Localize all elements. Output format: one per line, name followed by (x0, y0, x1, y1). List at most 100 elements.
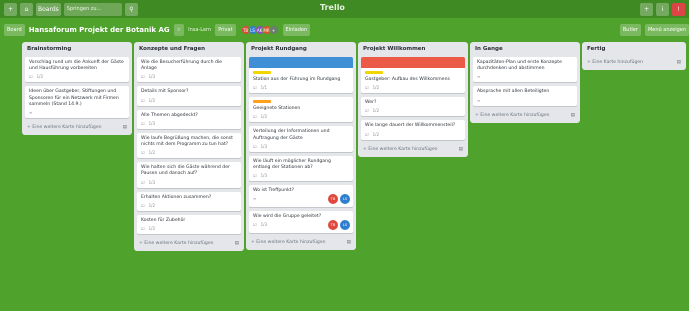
card-label-yellow[interactable] (253, 71, 271, 74)
add-card-label: + Eine weitere Karte hinzufügen (251, 240, 326, 246)
card[interactable]: Station aus der Führung im Rundgang ☑ 1/1 (249, 57, 353, 94)
template-icon[interactable]: ▤ (235, 241, 239, 246)
home-button[interactable]: + (4, 2, 17, 16)
template-icon[interactable]: ▤ (459, 147, 463, 152)
avatar[interactable]: TB (328, 194, 338, 205)
add-card-label: + Eine weitere Karte hinzufügen (139, 241, 214, 247)
checklist-count: 1/2 (148, 202, 156, 208)
card[interactable]: Details mit Sponsor? ☑ 1/2 (137, 86, 241, 106)
checklist-icon: ☑ (29, 74, 33, 80)
card[interactable]: Wer? ☑ 1/2 (361, 97, 465, 117)
card-meta: ≡ (477, 98, 573, 103)
visibility-button[interactable]: Privat (215, 24, 236, 36)
checklist-count: 1/3 (260, 143, 268, 149)
template-icon[interactable]: ▤ (571, 113, 575, 118)
checklist-count: 1/2 (36, 74, 44, 80)
list-konzepte: Konzepte und Fragen Wie die Besucherführ… (134, 42, 244, 252)
list-title[interactable]: Konzepte und Fragen (139, 46, 239, 53)
home-icon[interactable]: ⌂ (20, 2, 33, 16)
checklist-icon: ☑ (365, 108, 369, 114)
card[interactable]: Wie halten sich die Gäste während der Pa… (137, 162, 241, 188)
card[interactable]: Alle Themen abgedeckt? ☑ 1/3 (137, 109, 241, 129)
board-title[interactable]: Hansaforum Projekt der Botanik AG (29, 26, 170, 34)
add-card-button[interactable]: + Eine Karte hinzufügen ▤ (585, 57, 683, 67)
invite-button[interactable]: Einladen (282, 24, 311, 36)
search-icon[interactable]: ⚲ (124, 2, 138, 16)
team-label[interactable]: Insa-Lern (188, 27, 211, 33)
card[interactable]: Wie laufe Begrüßung machen, die sonst ni… (137, 132, 241, 159)
checklist-count: 1/3 (260, 173, 268, 179)
avatar[interactable]: LS (340, 194, 350, 205)
checklist-icon: ☑ (141, 226, 145, 232)
list-title[interactable]: Projekt Rundgang (251, 46, 351, 53)
butler-button[interactable]: Butler (619, 24, 641, 36)
add-card-button[interactable]: + Eine weitere Karte hinzufügen ▤ (361, 144, 465, 154)
trello-logo[interactable]: Trello (320, 3, 345, 12)
card[interactable]: Erhalten Aktionen zusammen? ☑ 1/2 (137, 191, 241, 211)
avatar[interactable]: TB (328, 220, 338, 231)
card[interactable]: Geeignete Stationen ☑ 1/2 (249, 97, 353, 123)
add-button[interactable]: + (640, 3, 653, 16)
card-text: Erhalten Aktionen zusammen? (141, 194, 212, 200)
checklist-icon: ☑ (253, 85, 257, 91)
card-text: Station aus der Führung im Rundgang (253, 77, 341, 82)
template-icon[interactable]: ▤ (347, 240, 351, 245)
card-meta: ☑ 1/2 (365, 108, 461, 113)
show-menu-button[interactable]: Menü anzeigen (644, 24, 689, 36)
list-in-gange: In Gange Kapazitäten-Plan und erste Konz… (470, 42, 580, 123)
checklist-count: 1/2 (372, 108, 380, 114)
card-meta: ☑ 1/2 (141, 203, 237, 208)
checklist-icon: ☑ (141, 74, 145, 80)
card-meta: ☑ 1/2 (29, 74, 125, 79)
card-text: Wer? (365, 100, 377, 106)
card[interactable]: Wie lange dauert der Willkommensteil? ☑ 1… (361, 120, 465, 140)
card-label-yellow[interactable] (365, 71, 383, 74)
card[interactable]: Absprache mit allen Beteiligten ≡ (473, 86, 577, 106)
add-card-button[interactable]: + Eine weitere Karte hinzufügen ▤ (249, 237, 353, 247)
top-bar: + ⌂ Boards Springen zu... ⚲ Trello + i ! (0, 0, 689, 18)
card-meta: ☑ 1/3 (141, 121, 237, 126)
add-card-button[interactable]: + Eine weitere Karte hinzufügen ▤ (473, 110, 577, 120)
card-text: Kosten für Zubehör (141, 217, 186, 223)
card-meta: ☑ 1/3 (141, 180, 237, 185)
card-text: Absprache mit allen Beteiligten (477, 89, 550, 95)
template-icon[interactable]: ▤ (677, 60, 681, 65)
notification-button[interactable]: ! (672, 3, 685, 16)
card[interactable]: Wo ist Treffpunkt? ≡ TB LS (249, 185, 353, 208)
card-members: TB LS (328, 220, 350, 231)
search-input[interactable]: Springen zu... (63, 2, 122, 16)
list-title[interactable]: Brainstorming (27, 46, 127, 53)
add-card-button[interactable]: + Eine weitere Karte hinzufügen ▤ (137, 238, 241, 248)
card-text: Kapazitäten-Plan und erste Konzepte durc… (477, 60, 562, 72)
card-label-orange[interactable] (253, 100, 271, 104)
card[interactable]: Wie die Besucherführung durch die Anlage… (137, 57, 241, 83)
card-meta: ☑ 1/3 (253, 173, 349, 178)
card[interactable]: Wie läuft ein möglicher Rundgang entlang… (249, 155, 353, 182)
card[interactable]: Verteilung der Informationen und Auftrag… (249, 126, 353, 152)
star-icon[interactable]: ☆ (173, 24, 185, 36)
boards-button[interactable]: Boards (36, 2, 61, 16)
card[interactable]: Ideen über Gastgeber, Stiftungen und Spo… (25, 86, 129, 119)
template-icon[interactable]: ▤ (123, 125, 127, 130)
checklist-count: 1/2 (148, 150, 156, 156)
add-card-button[interactable]: + Eine weitere Karte hinzufügen ▤ (25, 122, 129, 132)
checklist-count: 1/2 (260, 114, 268, 120)
info-button[interactable]: i (656, 3, 669, 16)
card[interactable]: Vorschlag rund um die Ankunft der Gäste … (25, 57, 129, 83)
checklist-count: 1/2 (148, 226, 156, 232)
list-title[interactable]: Fertig (587, 46, 681, 53)
board-menu-button[interactable]: Board (4, 24, 25, 36)
avatar[interactable]: + (268, 25, 279, 35)
checklist-icon: ☑ (141, 97, 145, 103)
checklist-icon: ☑ (365, 131, 369, 137)
card[interactable]: Wie wird die Gruppe geleitet? ☑ 1/3 TB LS (249, 211, 353, 234)
card[interactable]: Gastgeber: Aufbau des Willkommens ☑ 1/2 (361, 57, 465, 94)
list-title[interactable]: Projekt Willkommen (363, 46, 463, 53)
card[interactable]: Kapazitäten-Plan und erste Konzepte durc… (473, 57, 577, 83)
description-icon: ≡ (253, 196, 257, 202)
avatar[interactable]: LS (340, 220, 350, 231)
add-card-label: + Eine Karte hinzufügen (587, 60, 644, 65)
card[interactable]: Kosten für Zubehör ☑ 1/2 (137, 214, 241, 235)
list-title[interactable]: In Gange (475, 46, 575, 53)
add-card-label: + Eine weitere Karte hinzufügen (475, 112, 550, 118)
